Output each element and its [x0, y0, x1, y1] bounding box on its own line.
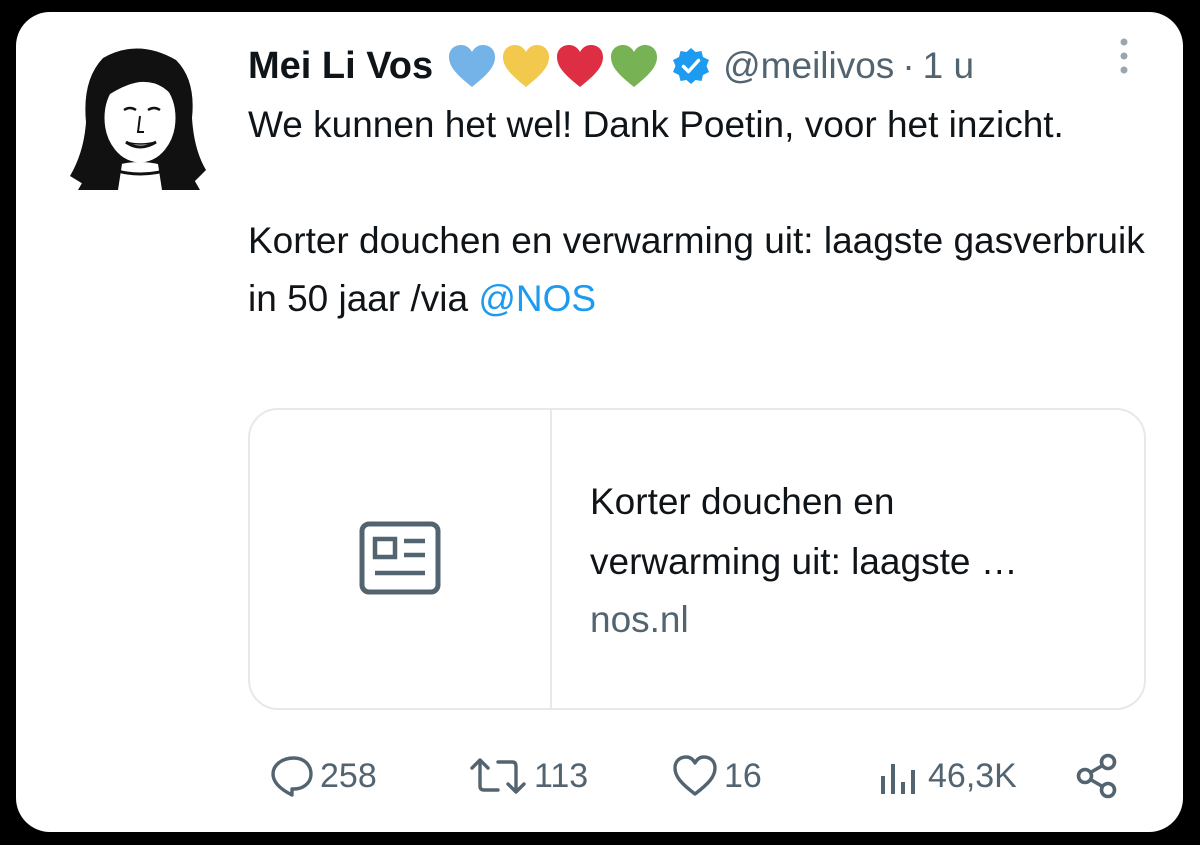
tweet-text-line-2: Korter douchen en verwarming uit: laagst…	[248, 212, 1148, 328]
like-button[interactable]: 16	[672, 748, 762, 804]
share-button[interactable]	[1074, 748, 1126, 804]
mention-link[interactable]: @NOS	[478, 278, 596, 319]
reply-icon	[271, 756, 313, 797]
views-button[interactable]: 46,3K	[876, 748, 1017, 804]
green-heart-icon	[611, 45, 658, 87]
reply-button[interactable]: 258	[270, 748, 377, 804]
link-title-line-2: verwarming uit: laagste …	[590, 541, 1018, 582]
link-title-line-1: Korter douchen en	[590, 481, 895, 522]
more-options-icon[interactable]	[1112, 36, 1136, 86]
header-separator: ·	[902, 45, 915, 86]
like-count: 16	[724, 756, 762, 795]
link-domain: nos.nl	[590, 599, 689, 640]
action-bar: 258 113 16 46,3K	[248, 748, 1128, 804]
author-handle[interactable]: @meilivos	[723, 45, 894, 87]
reply-count: 258	[320, 756, 377, 795]
retweet-icon	[470, 758, 526, 794]
views-icon	[881, 764, 915, 794]
red-heart-icon	[557, 45, 604, 87]
blue-heart-icon	[449, 45, 496, 87]
like-icon	[673, 755, 717, 796]
yellow-heart-icon	[503, 45, 550, 87]
share-icon	[1076, 753, 1117, 799]
retweet-button[interactable]: 113	[468, 748, 588, 804]
author-avatar[interactable]	[68, 40, 208, 190]
tweet-text-line-1: We kunnen het wel! Dank Poetin, voor het…	[248, 104, 1064, 145]
tweet-header: Mei Li Vos @meilivos · 1 u	[248, 34, 974, 98]
tweet-card: Mei Li Vos @meilivos · 1 u We kunnen het…	[16, 12, 1183, 832]
link-info: Korter douchen en verwarming uit: laagst…	[590, 472, 1130, 648]
views-count: 46,3K	[928, 756, 1017, 795]
tweet-text-line-2-text: Korter douchen en verwarming uit: laagst…	[248, 220, 1145, 319]
link-thumbnail	[250, 410, 552, 708]
tweet-timestamp[interactable]: 1 u	[923, 45, 974, 87]
article-icon	[359, 521, 441, 595]
tweet-body: We kunnen het wel! Dank Poetin, voor het…	[248, 96, 1148, 328]
link-preview-card[interactable]: Korter douchen en verwarming uit: laagst…	[248, 408, 1146, 710]
author-name[interactable]: Mei Li Vos	[248, 45, 433, 88]
verified-badge-icon	[673, 48, 710, 84]
retweet-count: 113	[534, 756, 589, 795]
